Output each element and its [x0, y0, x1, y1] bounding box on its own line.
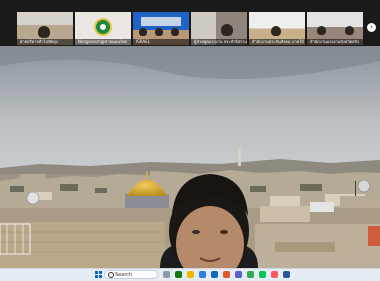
task-view-icon[interactable]: [163, 271, 170, 278]
participant-name: ฝ่ายบริหารทั่วไปพัทลุง: [17, 39, 73, 45]
participant-gallery: ฝ่ายบริหารทั่วไปพัทลุง Nongnooch@ชายแดนไ…: [0, 0, 380, 46]
taskbar: Search: [0, 268, 380, 281]
participant-name: สำนักงานแรงงานจังหวัดตรัง: [307, 39, 363, 45]
search-icon: [108, 272, 114, 278]
participant-name: ISRAEL: [133, 39, 189, 45]
browser-icon[interactable]: [175, 271, 182, 278]
mail-icon[interactable]: [211, 271, 218, 278]
chrome-icon[interactable]: [247, 271, 254, 278]
participant-video: [345, 26, 354, 35]
participant-tile-6[interactable]: สำนักงานแรงงานจังหวัดตรัง: [307, 12, 363, 45]
main-video: [0, 46, 380, 268]
security-icon[interactable]: [223, 271, 230, 278]
participant-video: [139, 28, 147, 36]
participant-name: ผู้ช่วยทูตแรงงาน ประจำอิสราเอล: [191, 39, 247, 45]
organization-logo: [94, 18, 112, 36]
participant-name: Nongnooch@ชายแดนไทย: [75, 39, 131, 45]
line-icon[interactable]: [259, 271, 266, 278]
banner: [141, 17, 181, 26]
participant-name: สำนักงานประกันสังคม ภาคใต้: [249, 39, 305, 45]
windows-start-icon[interactable]: [95, 271, 102, 278]
participant-video: [271, 26, 281, 36]
file-explorer-icon[interactable]: [187, 271, 194, 278]
chevron-right-icon[interactable]: ›: [367, 23, 376, 32]
participant-tile-5[interactable]: สำนักงานประกันสังคม ภาคใต้: [249, 12, 305, 45]
taskbar-search[interactable]: Search: [104, 270, 158, 279]
participant-tile-4[interactable]: ผู้ช่วยทูตแรงงาน ประจำอิสราเอล: [191, 12, 247, 45]
participant-tile-1[interactable]: ฝ่ายบริหารทั่วไปพัทลุง: [17, 12, 73, 45]
search-placeholder: Search: [115, 272, 133, 278]
participant-video: [171, 28, 179, 36]
app-icon[interactable]: [271, 271, 278, 278]
participant-video: [317, 26, 326, 35]
participant-tile-2[interactable]: Nongnooch@ชายแดนไทย: [75, 12, 131, 45]
jerusalem-background: [0, 46, 380, 268]
participant-tile-3[interactable]: ISRAEL: [133, 12, 189, 45]
participant-video: [38, 26, 50, 38]
word-icon[interactable]: [283, 271, 290, 278]
participant-video: [221, 24, 233, 36]
teams-icon[interactable]: [235, 271, 242, 278]
participant-video: [155, 28, 163, 36]
store-icon[interactable]: [199, 271, 206, 278]
